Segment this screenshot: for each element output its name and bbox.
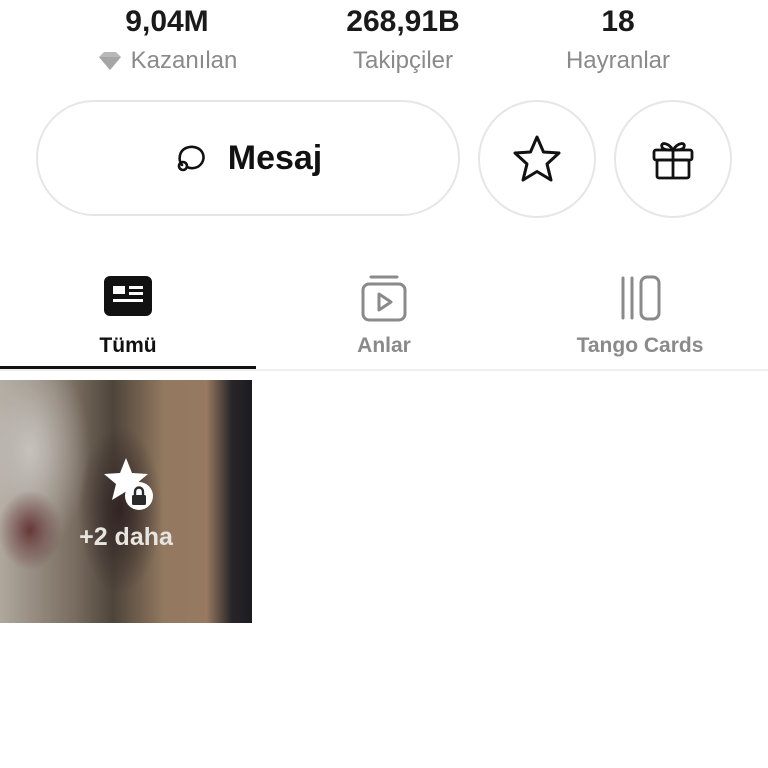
tab-tango-cards[interactable]: Tango Cards — [512, 262, 768, 370]
stat-followers[interactable]: 268,91B Takipçiler — [303, 2, 503, 76]
tab-all[interactable]: Tümü — [0, 262, 256, 370]
gift-button[interactable] — [614, 100, 732, 218]
profile-stats: 9,04M Kazanılan 268,91B Takipçiler 18 Ha… — [0, 0, 768, 90]
more-count-label: +2 daha — [79, 523, 173, 551]
earned-label: Kazanılan — [130, 47, 238, 74]
profile-tabs: Tümü Anlar Tango Cards — [0, 262, 768, 372]
chat-bubble-icon — [177, 145, 205, 172]
video-moments-icon — [361, 275, 407, 322]
profile-card-icon — [104, 276, 152, 316]
followers-label: Takipçiler — [352, 47, 454, 74]
stat-fans[interactable]: 18 Hayranlar — [518, 2, 718, 76]
cards-icon — [621, 275, 661, 321]
earned-value: 9,04M — [125, 5, 209, 38]
tabs-divider — [0, 369, 768, 371]
locked-content-tile[interactable]: +2 daha — [0, 380, 252, 623]
tab-moments-label: Anlar — [357, 334, 411, 357]
fans-value: 18 — [601, 5, 635, 38]
gift-icon — [652, 142, 694, 180]
tab-all-label: Tümü — [99, 334, 157, 357]
earned-label-row: Kazanılan — [67, 46, 267, 76]
message-label: Mesaj — [227, 138, 323, 177]
star-icon — [513, 135, 561, 182]
diamond-icon — [98, 52, 121, 70]
tab-moments[interactable]: Anlar — [256, 262, 512, 370]
stat-earned[interactable]: 9,04M Kazanılan — [67, 2, 267, 76]
followers-value: 268,91B — [346, 5, 460, 38]
tab-tango-cards-label: Tango Cards — [576, 334, 704, 357]
favorite-button[interactable] — [478, 100, 596, 218]
fans-label: Hayranlar — [565, 47, 671, 74]
star-lock-icon — [104, 458, 153, 510]
message-button[interactable]: Mesaj — [36, 100, 460, 216]
